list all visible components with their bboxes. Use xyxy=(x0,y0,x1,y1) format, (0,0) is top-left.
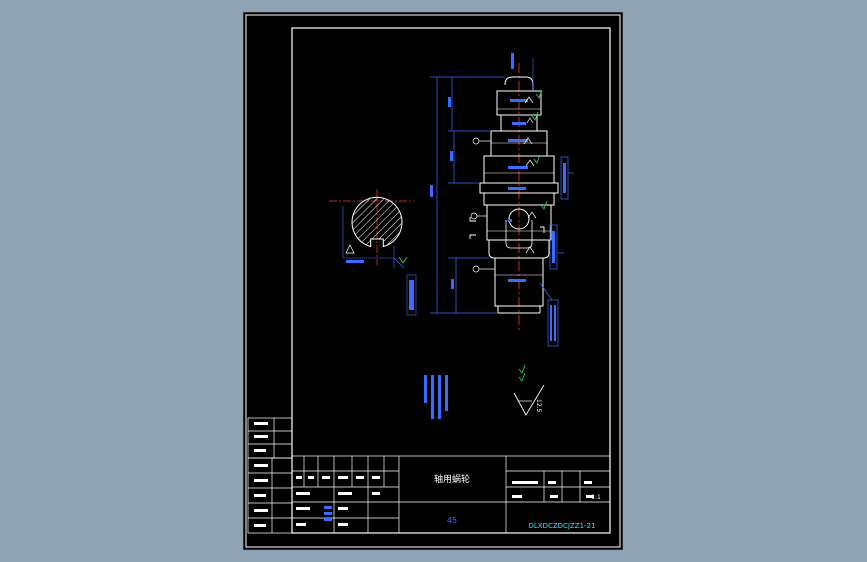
material-label: 45 xyxy=(447,516,457,525)
section-tolerance-text xyxy=(409,280,414,310)
left-margin-text xyxy=(254,422,268,527)
section-cut-marks xyxy=(469,217,545,239)
cad-drawing-canvas: 轴用蜗轮 45 1:1 DLXDCZDCJZZ1-21 12.5 xyxy=(245,14,621,548)
outer-frame xyxy=(245,14,621,548)
general-roughness-value: 12.5 xyxy=(535,399,542,413)
drawing-number: DLXDCZDCJZZ1-21 xyxy=(529,522,596,530)
roughness-callouts xyxy=(523,96,537,254)
scale-label: 1:1 xyxy=(591,494,601,501)
left-dimension-text xyxy=(430,97,454,289)
title-block-blue-marks xyxy=(324,506,332,521)
diameter-labels xyxy=(508,99,528,282)
section-roughness-left xyxy=(345,244,355,254)
roughness-green-marks xyxy=(531,89,548,210)
section-dimension-text xyxy=(346,260,364,263)
general-roughness-symbol: 12.5 xyxy=(513,364,545,416)
part-name: 轴用蜗轮 xyxy=(434,473,470,485)
technical-notes xyxy=(424,375,448,419)
section-roughness-right xyxy=(398,256,408,264)
top-dimension xyxy=(511,53,534,91)
shaft-cross-section xyxy=(351,196,403,248)
right-tolerance-frames xyxy=(539,156,574,347)
left-dimension-chain xyxy=(430,76,505,314)
drawing-sheet: 轴用蜗轮 45 1:1 DLXDCZDCJZZ1-21 12.5 xyxy=(244,13,622,549)
